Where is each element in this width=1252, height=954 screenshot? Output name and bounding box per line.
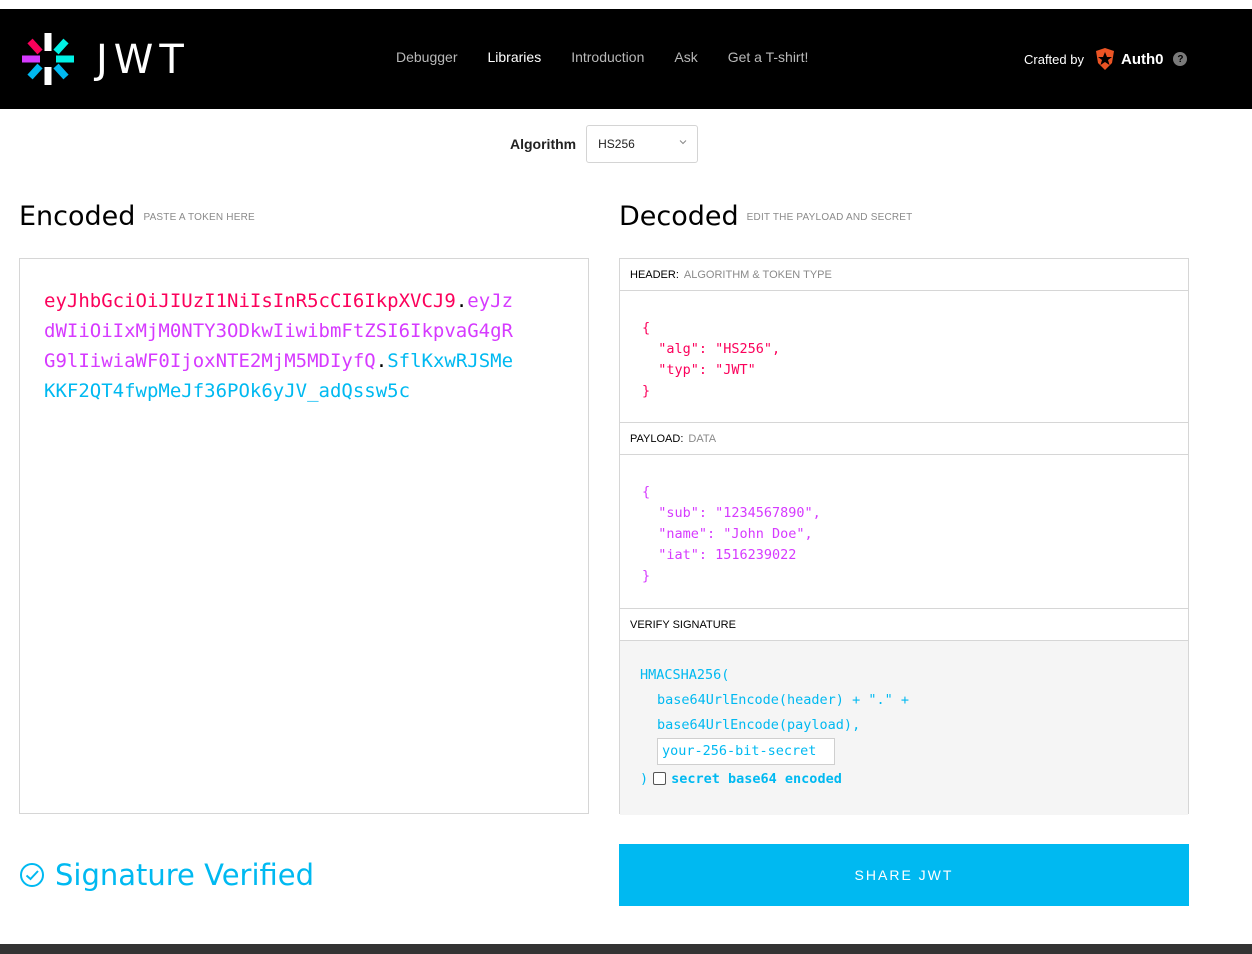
decoded-subtitle: EDIT THE PAYLOAD AND SECRET	[746, 212, 913, 223]
jwt-logo-icon	[22, 33, 74, 85]
encoded-token: eyJhbGciOiJIUzI1NiIsInR5cCI6IkpXVCJ9.eyJ…	[44, 286, 514, 406]
help-icon[interactable]: ?	[1173, 52, 1188, 66]
nav-debugger[interactable]: Debugger	[396, 49, 458, 69]
token-dot: .	[455, 290, 468, 312]
check-circle-icon	[20, 863, 44, 887]
token-dot: .	[375, 350, 388, 372]
payload-json-editor[interactable]: { "sub": "1234567890", "name": "John Doe…	[620, 455, 1188, 609]
nav-ask[interactable]: Ask	[674, 49, 697, 69]
token-header-part: eyJhbGciOiJIUzI1NiIsInR5cCI6IkpXVCJ9	[44, 290, 456, 312]
verify-label: VERIFY SIGNATURE	[630, 618, 736, 631]
verify-close-row: ) secret base64 encoded	[640, 765, 1168, 792]
algorithm-picker: Algorithm HS256	[510, 125, 699, 163]
payload-panel-title: PAYLOAD: DATA	[620, 423, 1188, 455]
payload-sublabel: DATA	[688, 432, 717, 445]
share-jwt-button[interactable]: SHARE JWT	[619, 844, 1189, 906]
header-panel-title: HEADER: ALGORITHM & TOKEN TYPE	[620, 259, 1188, 291]
chevron-down-icon	[679, 140, 687, 145]
algorithm-label: Algorithm	[510, 136, 577, 152]
verify-close-paren: )	[640, 770, 649, 787]
auth0-text: Auth0	[1120, 50, 1164, 68]
encoded-heading: Encoded	[19, 201, 136, 232]
navbar: JWT Debugger Libraries Introduction Ask …	[0, 9, 1252, 109]
encoded-token-editor[interactable]: eyJhbGciOiJIUzI1NiIsInR5cCI6IkpXVCJ9.eyJ…	[19, 258, 589, 814]
top-strip	[0, 0, 1252, 9]
auth0-shield-icon	[1095, 48, 1114, 70]
nav-links: Debugger Libraries Introduction Ask Get …	[396, 49, 838, 69]
verify-line-header: base64UrlEncode(header) + "." +	[657, 692, 909, 708]
base64-checkbox[interactable]	[653, 772, 667, 785]
verify-secret-row: your-256-bit-secret	[640, 738, 1168, 765]
header-json-editor[interactable]: { "alg": "HS256", "typ": "JWT" }	[620, 291, 1188, 423]
verify-fn: HMACSHA256(	[640, 667, 730, 683]
decoded-heading: Decoded	[619, 201, 739, 232]
verify-line-payload: base64UrlEncode(payload),	[657, 717, 861, 733]
encoded-title: Encoded PASTE A TOKEN HERE	[19, 201, 255, 232]
signature-status: Signature Verified	[19, 858, 314, 892]
crafted-by[interactable]: Crafted by Auth0 ?	[1024, 47, 1188, 71]
verify-panel-title: VERIFY SIGNATURE	[620, 609, 1188, 641]
base64-checkbox-label[interactable]: secret base64 encoded	[671, 771, 842, 787]
payload-label: PAYLOAD:	[630, 432, 684, 445]
nav-introduction[interactable]: Introduction	[571, 49, 644, 69]
footer-strip	[0, 944, 1252, 954]
header-label: HEADER:	[630, 268, 679, 281]
algorithm-select[interactable]: HS256	[586, 125, 699, 163]
nav-tshirt[interactable]: Get a T-shirt!	[728, 49, 809, 69]
signature-verified-text: Signature Verified	[55, 858, 315, 892]
verify-signature-body: HMACSHA256( base64UrlEncode(header) + ".…	[620, 641, 1188, 815]
crafted-label: Crafted by	[1024, 51, 1084, 67]
encoded-subtitle: PASTE A TOKEN HERE	[143, 212, 255, 223]
nav-libraries[interactable]: Libraries	[488, 49, 542, 69]
decoded-title: Decoded EDIT THE PAYLOAD AND SECRET	[619, 201, 912, 232]
logo-text: JWT	[96, 37, 190, 83]
decoded-panel: HEADER: ALGORITHM & TOKEN TYPE { "alg": "…	[619, 258, 1189, 815]
secret-input[interactable]: your-256-bit-secret	[657, 738, 835, 765]
header-sublabel: ALGORITHM & TOKEN TYPE	[683, 268, 832, 281]
jwt-logo[interactable]: JWT	[18, 29, 218, 89]
algorithm-value: HS256	[598, 137, 635, 151]
